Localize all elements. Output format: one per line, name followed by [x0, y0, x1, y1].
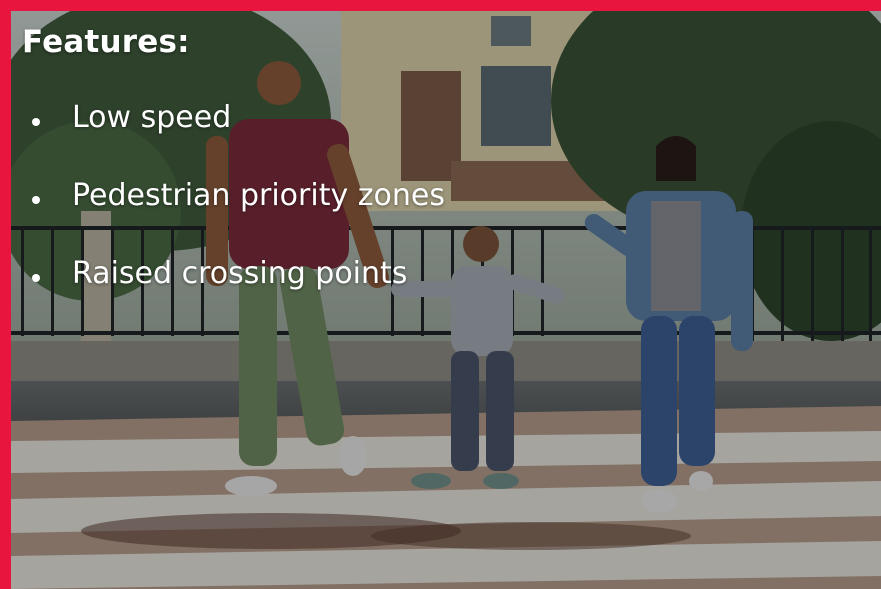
bullet-icon [32, 196, 40, 204]
feature-raised-crossing: Raised crossing points [72, 256, 408, 291]
accent-bar-top [0, 0, 881, 11]
dark-overlay [11, 11, 881, 589]
bullet-icon [32, 118, 40, 126]
slide-title: Features: [22, 24, 190, 60]
bullet-icon [32, 274, 40, 282]
feature-low-speed: Low speed [72, 100, 232, 135]
accent-bar-left [0, 0, 11, 589]
feature-pedestrian-priority: Pedestrian priority zones [72, 178, 445, 213]
slide: Features: Low speed Pedestrian priority … [0, 0, 881, 589]
background-photo [11, 11, 881, 589]
